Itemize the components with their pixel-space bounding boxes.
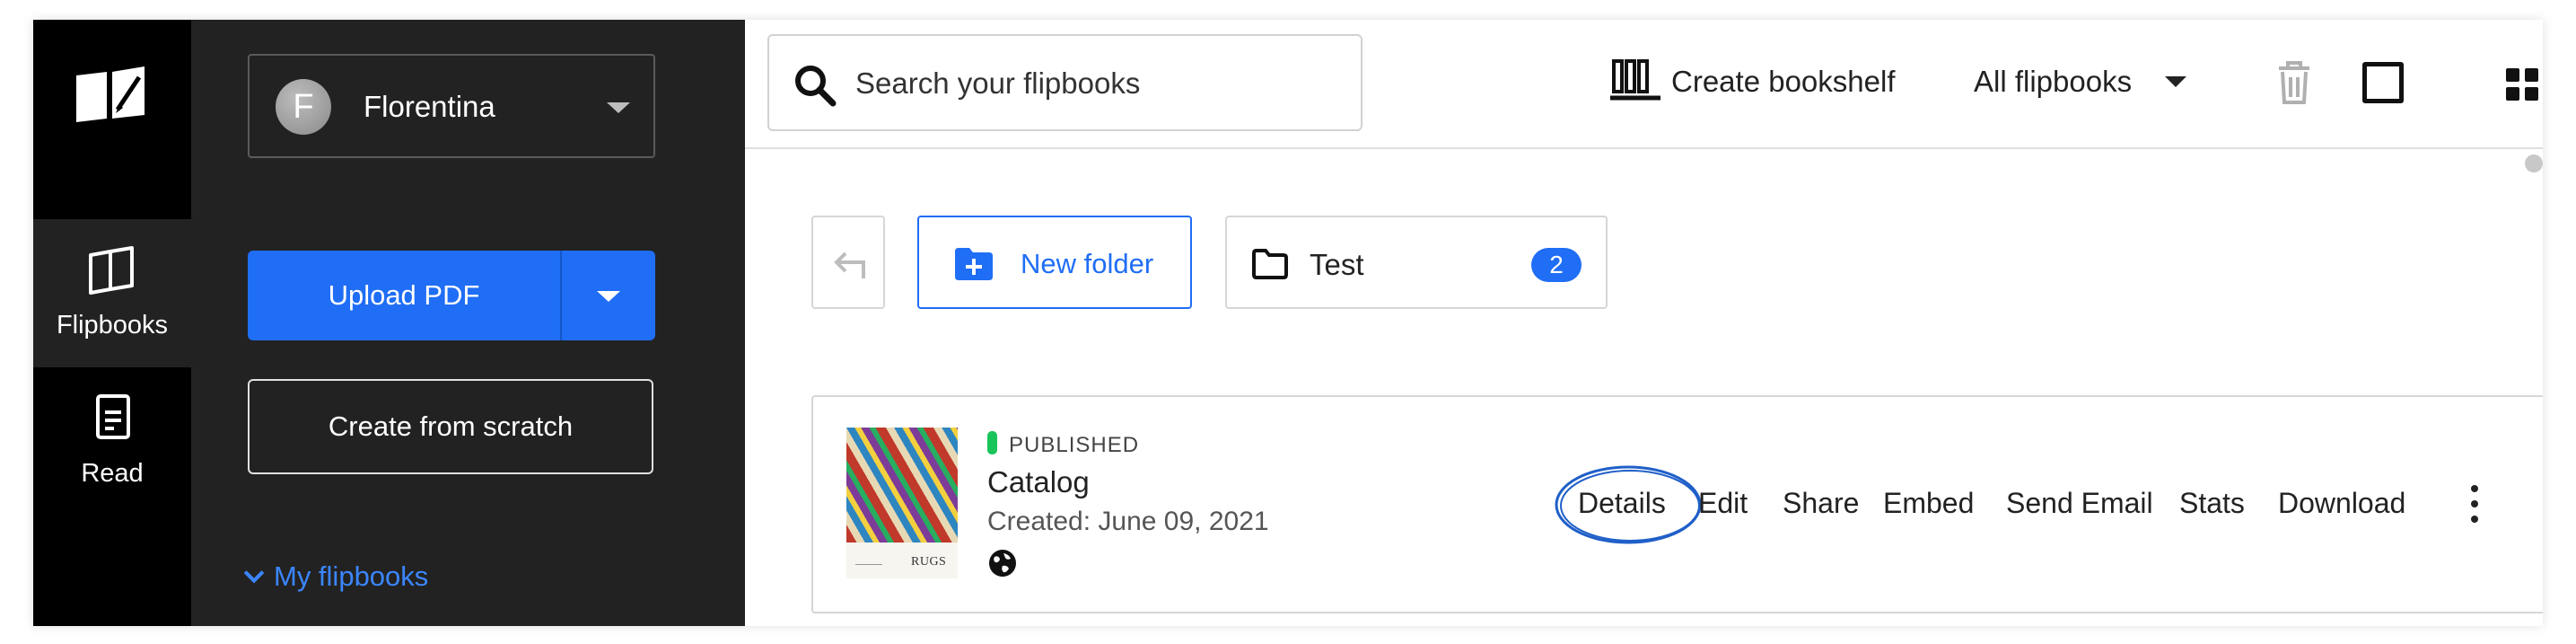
flipbook-thumbnail[interactable]: RUGS <box>846 428 958 578</box>
app-window: Flipbooks Read F Florentina Upload PDF C… <box>33 20 2543 626</box>
divider <box>855 564 882 565</box>
rail-item-flipbooks[interactable]: Flipbooks <box>33 219 191 367</box>
folder-item[interactable]: Test 2 <box>1225 216 1608 309</box>
chevron-down-icon <box>607 102 630 113</box>
send-email-button[interactable]: Send Email <box>2006 487 2153 520</box>
folder-plus-icon <box>955 248 993 280</box>
nav-rail: Flipbooks Read <box>33 20 191 626</box>
flipbook-card: RUGS PUBLISHED Catalog Created: June 09,… <box>811 395 2543 613</box>
grid-view-icon[interactable] <box>2506 68 2538 101</box>
back-arrow-icon <box>834 251 865 278</box>
stats-button[interactable]: Stats <box>2179 487 2245 520</box>
globe-icon <box>989 550 1016 577</box>
logo-icon <box>76 66 145 122</box>
sidebar: F Florentina Upload PDF Create from scra… <box>191 20 745 626</box>
more-options-icon[interactable] <box>2470 485 2479 523</box>
status-indicator <box>987 431 997 454</box>
main-content: New folder Test 2 RUGS PUBLISHED Catalog… <box>745 151 2543 626</box>
scrollbar-thumb[interactable] <box>2525 154 2543 172</box>
download-button[interactable]: Download <box>2278 487 2405 520</box>
created-date: Created: June 09, 2021 <box>987 507 1269 536</box>
share-button[interactable]: Share <box>1783 487 1859 520</box>
chevron-down-icon[interactable] <box>2165 76 2186 87</box>
trash-icon[interactable] <box>2275 59 2313 106</box>
back-button[interactable] <box>811 216 885 309</box>
top-bar: Create bookshelf All flipbooks <box>745 20 2543 149</box>
document-icon <box>96 394 130 439</box>
upload-pdf-split-button: Upload PDF <box>248 251 655 340</box>
new-folder-button[interactable]: New folder <box>917 216 1192 309</box>
rail-item-read[interactable]: Read <box>33 367 191 516</box>
rail-item-label: Read <box>81 459 144 488</box>
user-name: Florentina <box>364 90 495 123</box>
book-open-icon <box>89 246 134 295</box>
folder-name: Test <box>1310 248 1364 281</box>
search-icon <box>795 66 837 107</box>
rail-item-label: Flipbooks <box>56 311 169 340</box>
filter-dropdown[interactable]: All flipbooks <box>1974 65 2132 99</box>
new-folder-label: New folder <box>1021 248 1154 279</box>
details-button[interactable]: Details <box>1578 487 1666 520</box>
search-input[interactable] <box>855 54 1340 113</box>
bookshelf-icon <box>1610 59 1660 101</box>
folder-count-badge: 2 <box>1531 248 1582 282</box>
upload-pdf-button[interactable]: Upload PDF <box>248 251 560 340</box>
search-box <box>767 34 1362 131</box>
thumbnail-text: RUGS <box>911 555 947 569</box>
upload-options-caret-icon[interactable] <box>562 251 655 340</box>
embed-button[interactable]: Embed <box>1883 487 1974 520</box>
folder-icon <box>1252 249 1288 279</box>
create-bookshelf-label: Create bookshelf <box>1671 65 1896 98</box>
avatar: F <box>276 79 331 135</box>
chevron-down-icon <box>243 562 265 584</box>
thumbnail-image <box>846 428 958 543</box>
select-all-checkbox[interactable] <box>2362 62 2404 103</box>
user-dropdown[interactable]: F Florentina <box>248 54 655 158</box>
create-from-scratch-button[interactable]: Create from scratch <box>248 379 653 474</box>
my-flipbooks-toggle[interactable]: My flipbooks <box>243 560 429 593</box>
edit-button[interactable]: Edit <box>1698 487 1748 520</box>
flipbook-title[interactable]: Catalog <box>987 465 1090 499</box>
status-label: PUBLISHED <box>1009 433 1140 457</box>
my-flipbooks-label: My flipbooks <box>274 560 429 592</box>
